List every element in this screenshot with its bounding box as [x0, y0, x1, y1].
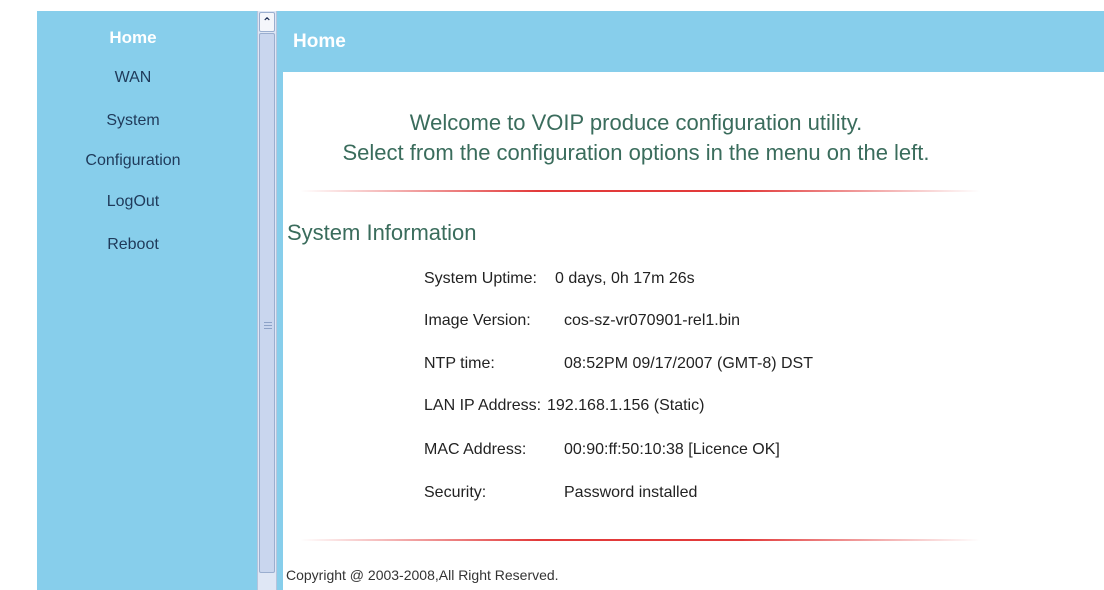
info-label: System Uptime:	[424, 270, 537, 287]
section-title-system-information: System Information	[287, 220, 477, 245]
frame-border	[277, 11, 283, 590]
sidebar-item-wan[interactable]: WAN	[37, 69, 229, 87]
sidebar-item-logout[interactable]: LogOut	[37, 193, 229, 211]
info-label: Image Version:	[424, 312, 531, 329]
divider-bottom	[300, 539, 980, 541]
info-label: LAN IP Address:	[424, 397, 542, 414]
grip-line	[264, 322, 272, 323]
copyright-footer: Copyright @ 2003-2008,All Right Reserved…	[286, 567, 559, 583]
info-value: cos-sz-vr070901-rel1.bin	[564, 312, 741, 329]
divider-top	[300, 190, 980, 192]
info-value: 08:52PM 09/17/2007 (GMT-8) DST	[564, 355, 813, 372]
sidebar-nav: Home WAN System Configuration LogOut Reb…	[37, 11, 257, 590]
chevron-up-icon: ⌃	[261, 15, 273, 29]
info-value: 00:90:ff:50:10:38 [Licence OK]	[564, 441, 780, 458]
info-value: 192.168.1.156 (Static)	[547, 397, 705, 414]
scroll-up-button[interactable]: ⌃	[259, 12, 275, 32]
header-bar: Home	[283, 11, 1104, 72]
welcome-line-1: Welcome to VOIP produce configuration ut…	[409, 110, 863, 135]
info-label: Security:	[424, 484, 487, 501]
welcome-message: Welcome to VOIP produce configuration ut…	[283, 108, 989, 168]
page-title: Home	[293, 31, 346, 52]
vertical-scrollbar[interactable]: ⌃	[257, 11, 277, 590]
welcome-line-2: Select from the configuration options in…	[342, 140, 930, 165]
grip-line	[264, 325, 272, 326]
sidebar-item-reboot[interactable]: Reboot	[37, 236, 229, 254]
scroll-thumb[interactable]	[259, 33, 275, 573]
grip-line	[264, 328, 272, 329]
sidebar-item-configuration[interactable]: Configuration	[37, 152, 229, 170]
info-label: MAC Address:	[424, 441, 527, 458]
sidebar-item-system[interactable]: System	[37, 112, 229, 130]
info-value: 0 days, 0h 17m 26s	[555, 270, 695, 287]
sidebar-item-home[interactable]: Home	[37, 28, 229, 48]
info-label: NTP time:	[424, 355, 495, 372]
info-value: Password installed	[564, 484, 698, 501]
